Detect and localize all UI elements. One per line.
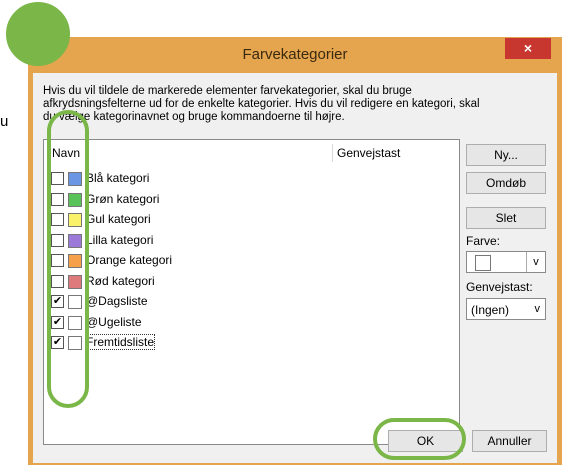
title-bar[interactable]: Farvekategorier × bbox=[33, 37, 557, 73]
background-text-fragment: u bbox=[0, 113, 9, 130]
list-item[interactable]: ✔ @Ugeliste bbox=[44, 313, 459, 333]
shortcut-value: (Ingen) bbox=[471, 303, 510, 317]
category-name[interactable]: Fremtidsliste bbox=[84, 334, 156, 350]
list-item[interactable]: Orange kategori bbox=[44, 251, 459, 271]
category-name[interactable]: Gul kategori bbox=[86, 212, 151, 226]
column-header-shortcut[interactable]: Genvejstast bbox=[337, 146, 400, 160]
category-name[interactable]: Rød kategori bbox=[86, 274, 155, 288]
close-button[interactable]: × bbox=[505, 38, 551, 59]
list-item[interactable]: Rød kategori bbox=[44, 272, 459, 292]
category-name[interactable]: Blå kategori bbox=[86, 171, 149, 185]
list-item[interactable]: ✔ Fremtidsliste bbox=[44, 333, 459, 353]
category-name[interactable]: @Dagsliste bbox=[86, 294, 148, 308]
description-line: afkrydsningsfelterne ud for de enkelte k… bbox=[43, 98, 480, 110]
chevron-down-icon: v bbox=[534, 303, 541, 315]
new-button[interactable]: Ny... bbox=[466, 144, 546, 166]
dialog-title: Farvekategorier bbox=[242, 46, 348, 63]
color-picker[interactable]: v bbox=[466, 251, 546, 273]
chevron-down-icon: v bbox=[526, 252, 545, 272]
dialog-description: Hvis du vil tildele de markerede element… bbox=[43, 85, 543, 124]
column-divider bbox=[332, 144, 333, 162]
highlight-checkbox-column bbox=[47, 110, 89, 408]
shortcut-select[interactable]: (Ingen) v bbox=[466, 298, 546, 320]
cancel-button[interactable]: Annuller bbox=[472, 430, 547, 452]
category-name[interactable]: @Ugeliste bbox=[86, 315, 142, 329]
list-item[interactable]: Gul kategori bbox=[44, 210, 459, 230]
category-name[interactable]: Orange kategori bbox=[86, 253, 172, 267]
delete-button[interactable]: Slet bbox=[466, 207, 546, 229]
category-list[interactable]: Navn Genvejstast Blå kategori Grøn katego… bbox=[43, 139, 460, 445]
highlight-ok-button bbox=[373, 418, 466, 460]
color-label: Farve: bbox=[466, 234, 501, 248]
description-line: Hvis du vil tildele de markerede element… bbox=[43, 85, 412, 97]
list-item[interactable]: ✔ @Dagsliste bbox=[44, 292, 459, 312]
list-item[interactable]: Grøn kategori bbox=[44, 190, 459, 210]
highlight-circle-filled bbox=[6, 2, 70, 66]
close-icon: × bbox=[523, 40, 533, 56]
description-line: du vælge kategorinavnet og bruge kommand… bbox=[43, 111, 345, 123]
category-name[interactable]: Lilla kategori bbox=[86, 233, 153, 247]
rename-button[interactable]: Omdøb bbox=[466, 172, 546, 194]
color-categories-dialog: Farvekategorier × Hvis du vil tildele de… bbox=[33, 37, 557, 463]
color-swatch bbox=[475, 255, 491, 271]
shortcut-label: Genvejstast: bbox=[466, 280, 533, 294]
list-item[interactable]: Lilla kategori bbox=[44, 231, 459, 251]
list-item[interactable]: Blå kategori bbox=[44, 169, 459, 189]
category-name[interactable]: Grøn kategori bbox=[86, 192, 159, 206]
